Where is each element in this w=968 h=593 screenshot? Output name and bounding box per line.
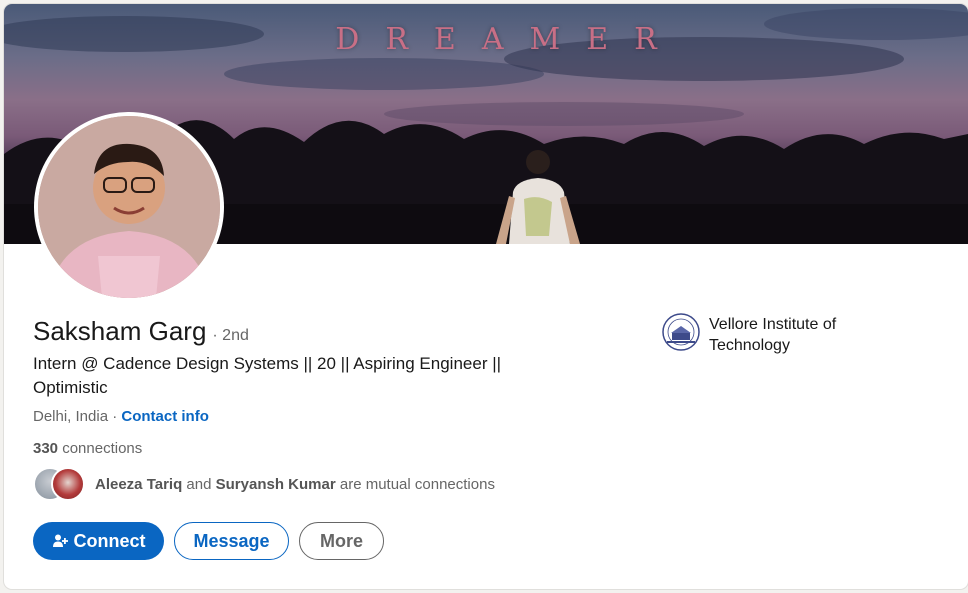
connections-count[interactable]: 330 connections (33, 440, 142, 457)
connections-label: connections (58, 440, 143, 457)
profile-headline: Intern @ Cadence Design Systems || 20 ||… (33, 354, 502, 397)
mutual-joiner: and (182, 475, 216, 493)
connect-label: Connect (73, 530, 146, 551)
name-row: Saksham Garg · 2nd (33, 316, 249, 347)
location-separator: · (108, 408, 122, 425)
profile-photo-image (38, 116, 220, 298)
more-button[interactable]: More (299, 522, 384, 560)
profile-location: Delhi, India (33, 408, 109, 425)
add-person-icon (52, 533, 68, 549)
school-name: Vellore Institute of Technology (709, 316, 837, 354)
profile-name: Saksham Garg (33, 316, 207, 346)
banner-title: DREAMER (335, 22, 683, 57)
mutual-suffix: are mutual connections (335, 475, 495, 493)
mutual-connections[interactable]: Aleeza Tariq and Suryansh Kumar are mutu… (33, 467, 495, 501)
mutual-avatars (33, 467, 89, 501)
message-button[interactable]: Message (174, 522, 289, 560)
profile-card: DREAMER Saksham Garg · 2nd Intern @ Cade… (4, 4, 968, 589)
education-link[interactable]: Vellore Institute of Technology (661, 312, 879, 356)
location-row: Delhi, India · Contact info (33, 408, 209, 425)
mutual-name-2: Suryansh Kumar (215, 475, 336, 493)
mutual-avatar-2 (51, 467, 85, 501)
profile-photo[interactable] (34, 112, 224, 302)
mutual-name-1: Aleeza Tariq (95, 475, 183, 493)
connect-button[interactable]: Connect (33, 522, 164, 560)
connection-degree: · 2nd (212, 327, 249, 344)
connections-number: 330 (33, 440, 59, 457)
profile-actions: Connect Message More (33, 522, 384, 560)
vit-logo-icon (661, 312, 701, 352)
contact-info-link[interactable]: Contact info (121, 408, 209, 425)
mutual-connections-text: Aleeza Tariq and Suryansh Kumar are mutu… (95, 476, 495, 493)
